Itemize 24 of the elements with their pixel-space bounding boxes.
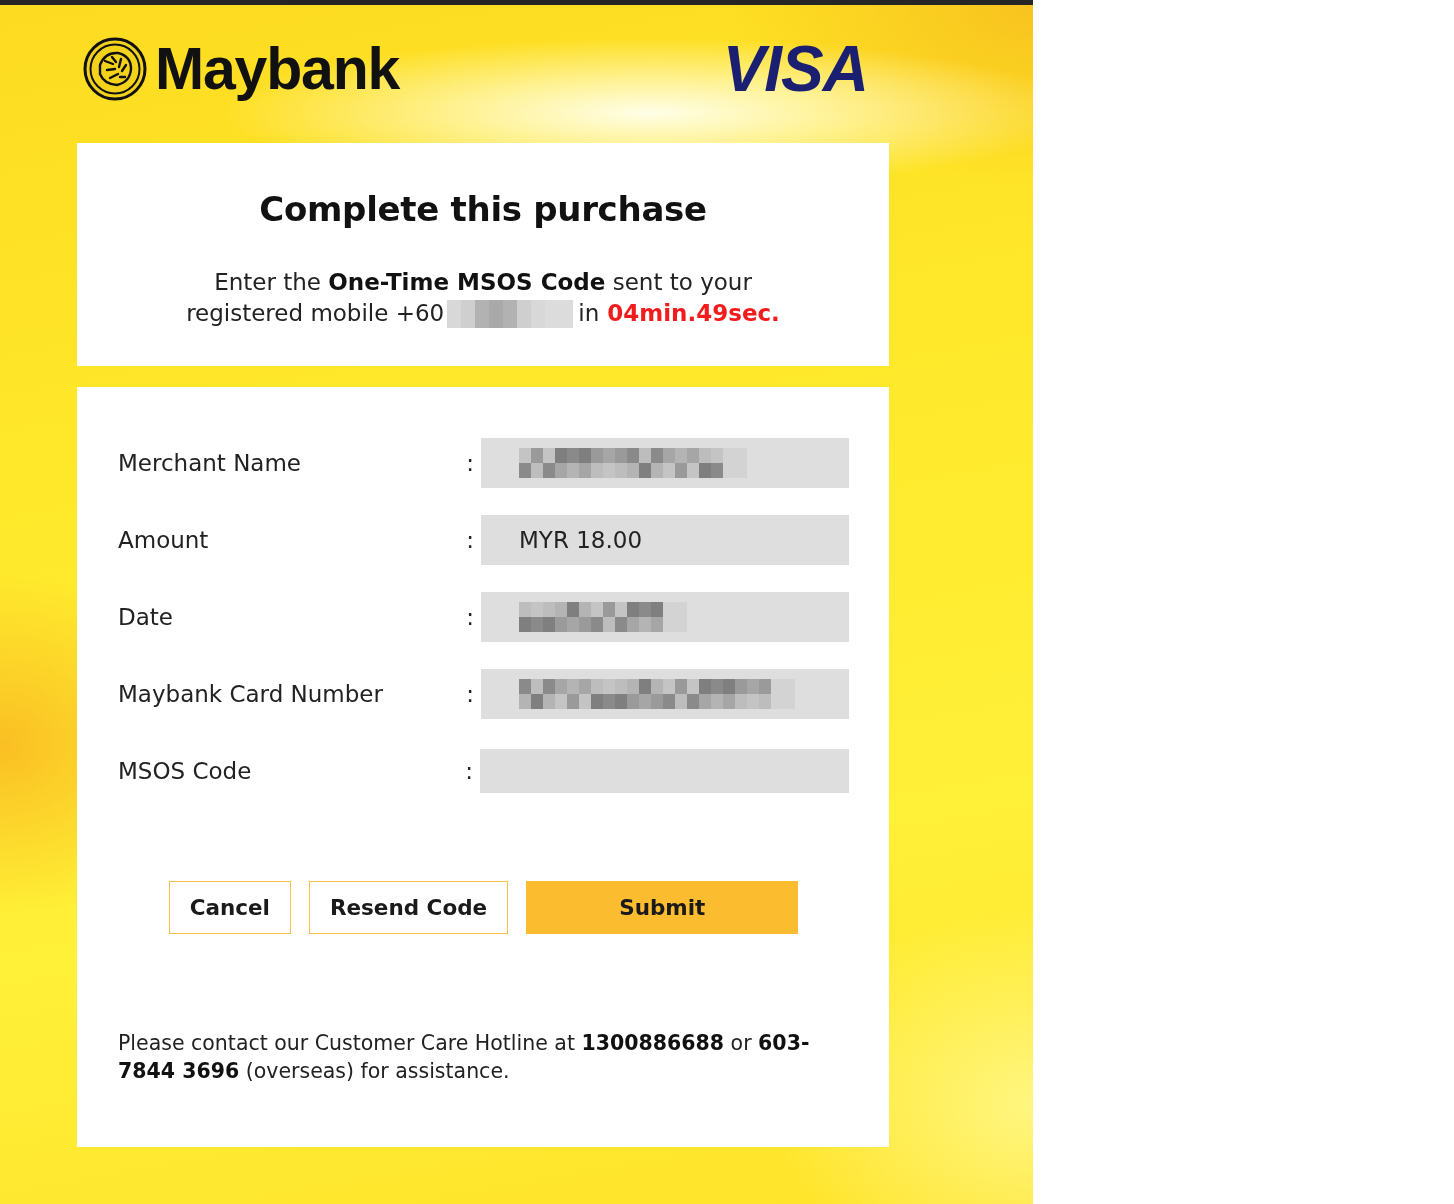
label-colon: : bbox=[465, 449, 475, 478]
field-label: Amount bbox=[118, 526, 210, 555]
submit-button[interactable]: Submit bbox=[526, 881, 799, 934]
field-label: Maybank Card Number bbox=[118, 680, 384, 709]
action-button[interactable]: Resend Code bbox=[308, 881, 509, 934]
field-label: Merchant Name bbox=[118, 449, 303, 478]
countdown-timer: 04min.49sec. bbox=[607, 299, 780, 328]
action-button[interactable]: Cancel bbox=[168, 881, 291, 934]
label-colon: : bbox=[465, 526, 475, 555]
card-brand-logo-text: VISA bbox=[722, 37, 868, 101]
label-colon: : bbox=[464, 757, 474, 786]
instruction-text: Enter the One-Time MSOS Code sent to your bbox=[214, 268, 752, 297]
label-colon: : bbox=[465, 603, 475, 632]
label-colon: : bbox=[465, 680, 475, 709]
msos-code-input[interactable] bbox=[480, 749, 849, 793]
help-text: Please contact our Customer Care Hotline at 1300886688 or 603-7844 3696 (overseas) for assistance. bbox=[118, 1030, 811, 1085]
field-label: Date bbox=[118, 603, 174, 632]
countdown-prefix: in bbox=[578, 299, 600, 328]
mobile-label: registered mobile +60 bbox=[186, 299, 445, 328]
bank-logo-text: Maybank bbox=[155, 39, 400, 99]
field-label: MSOS Code bbox=[118, 757, 253, 786]
page-title: Complete this purchase bbox=[259, 189, 707, 230]
round-emblem-icon bbox=[83, 37, 147, 101]
value-field: MYR 18.00 bbox=[481, 515, 849, 565]
